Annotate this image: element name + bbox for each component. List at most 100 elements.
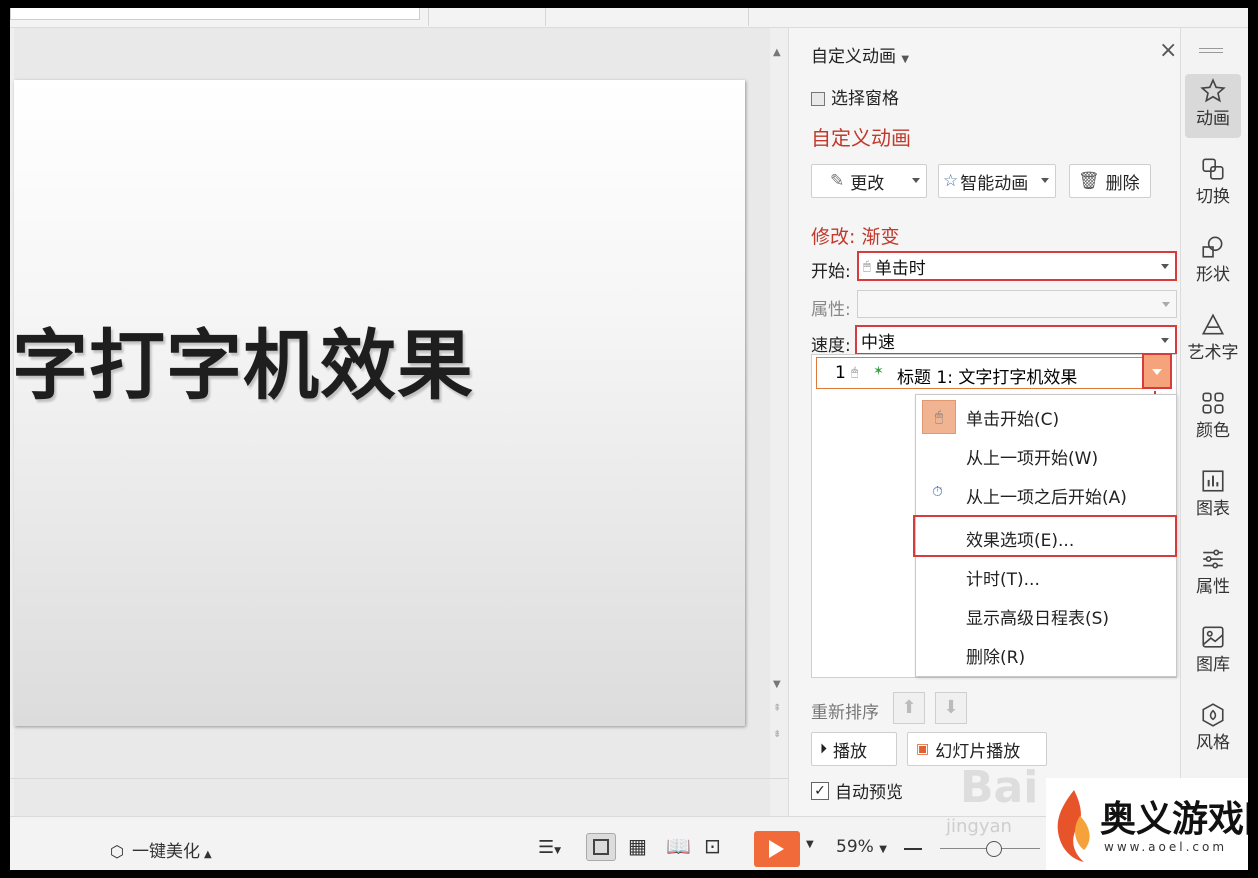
sidebar-item-properties[interactable]: 属性	[1185, 542, 1241, 606]
list-item-index: 1	[835, 363, 846, 383]
sidebar-item-label: 形状	[1196, 265, 1230, 285]
auto-preview-checkbox[interactable]: ✓ 自动预览	[811, 778, 903, 803]
sorter-view-button[interactable]: ▦	[628, 834, 647, 858]
slide-title[interactable]: 字打字机效果	[14, 304, 474, 414]
jingyan-watermark: jingyan	[946, 816, 1012, 837]
play-button[interactable]: ⏵ 播放	[811, 732, 897, 766]
property-label: 属性:	[811, 300, 851, 320]
panel-header-title: 自定义动画	[811, 47, 896, 67]
sidebar-item-label: 图库	[1196, 655, 1230, 675]
chevron-down-icon	[1152, 369, 1162, 375]
wordart-icon	[1201, 313, 1225, 335]
auto-preview-label: 自动预览	[835, 783, 903, 803]
change-button[interactable]: ✎ 更改	[811, 164, 927, 198]
sidebar-item-label: 图表	[1196, 499, 1230, 519]
close-icon[interactable]: ×	[1159, 40, 1177, 62]
menu-item-label: 从上一项开始(W)	[966, 449, 1099, 469]
menu-item-after-previous[interactable]: ⏱ 从上一项之后开始(A)	[916, 475, 1176, 513]
start-select[interactable]: 🖱 单击时	[857, 251, 1177, 281]
list-item-dropdown-button[interactable]	[1142, 353, 1172, 389]
reading-view-button[interactable]: 📖	[666, 834, 691, 858]
menu-item-with-previous[interactable]: 从上一项开始(W)	[916, 436, 1176, 474]
sidebar-item-animation[interactable]: 动画	[1185, 74, 1241, 138]
top-toolbar-strip	[10, 8, 1248, 28]
menu-item-delete[interactable]: 删除(R)	[916, 635, 1176, 673]
sidebar-item-label: 艺术字	[1187, 343, 1239, 363]
sidebar-item-label: 切换	[1196, 187, 1230, 207]
menu-item-timing[interactable]: 计时(T)...	[916, 557, 1176, 595]
star-icon	[1200, 78, 1226, 103]
menu-item-advanced-timeline[interactable]: 显示高级日程表(S)	[916, 596, 1176, 634]
zoom-out-icon[interactable]	[904, 848, 922, 850]
beautify-label: 一键美化	[131, 842, 200, 862]
sliders-icon	[1203, 549, 1223, 569]
canvas-scrollbar[interactable]: ▲ ▼ ⇞ ⇟	[770, 28, 788, 778]
normal-view-button[interactable]	[586, 833, 616, 861]
scroll-down-icon[interactable]: ▼	[773, 680, 781, 690]
sidebar-item-chart[interactable]: 图表	[1185, 464, 1241, 528]
list-item[interactable]: 1 🖱 ✶ 标题 1: 文字打字机效果	[816, 357, 1172, 389]
slideshow-button[interactable]: ▣ 幻灯片播放	[907, 732, 1047, 766]
delete-button[interactable]: 🗑 删除	[1069, 164, 1151, 198]
app-window: 字打字机效果 ▲ ▼ ⇞ ⇟ 自定义动画 ▼ × 选择窗格 自定义动画 ✎ 更改…	[10, 8, 1248, 870]
divider	[10, 778, 788, 779]
baidu-watermark: Bai	[960, 762, 1039, 813]
sidebar-item-label: 动画	[1196, 109, 1230, 129]
speed-label: 速度:	[811, 336, 851, 356]
play-slideshow-button[interactable]	[754, 831, 800, 867]
custom-animation-panel: 自定义动画 ▼ × 选择窗格 自定义动画 ✎ 更改 ☆ 智能动画 🗑 删除 修改…	[788, 28, 1180, 818]
arrow-down-icon: ⬇	[943, 697, 959, 718]
clock-icon: ⏱	[932, 484, 943, 500]
top-text-field[interactable]	[10, 8, 420, 20]
site-url: www.aoel.com	[1104, 840, 1228, 854]
start-value: 单击时	[874, 258, 926, 279]
delete-label: 删除	[1105, 173, 1140, 194]
sidebar-item-gallery[interactable]: 图库	[1185, 620, 1241, 684]
context-menu: 🖱 单击开始(C) 从上一项开始(W) ⏱ 从上一项之后开始(A) 效果选项(E…	[913, 394, 1177, 677]
sidebar-item-color[interactable]: 颜色	[1185, 386, 1241, 450]
smart-animation-button[interactable]: ☆ 智能动画	[938, 164, 1056, 198]
chart-icon	[1202, 470, 1224, 492]
sidebar-item-switch[interactable]: 切换	[1185, 152, 1241, 216]
menu-item-label: 计时(T)...	[966, 570, 1040, 590]
presenter-icon: ⊡	[704, 834, 721, 858]
zoom-slider-thumb[interactable]	[986, 841, 1002, 857]
scroll-up-icon[interactable]: ▲	[773, 48, 781, 58]
slide[interactable]: 字打字机效果	[14, 80, 745, 726]
chevron-down-icon[interactable]: ▼	[806, 839, 814, 850]
menu-handle-icon[interactable]	[1199, 48, 1223, 49]
select-pane-link[interactable]: 选择窗格	[811, 84, 899, 109]
select-pane-icon	[811, 92, 825, 106]
smart-animation-label: 智能动画	[960, 173, 1029, 194]
modify-title: 修改: 渐变	[811, 226, 900, 248]
prev-slide-icon[interactable]: ⇞	[773, 704, 781, 714]
next-slide-icon[interactable]: ⇟	[773, 730, 781, 740]
cube-icon: ⬡	[110, 842, 124, 861]
pencil-icon: ✎	[830, 171, 845, 191]
zoom-select[interactable]: 59% ▼	[836, 837, 887, 857]
arrow-up-icon: ⬆	[901, 697, 917, 718]
menu-item-label: 显示高级日程表(S)	[966, 609, 1110, 629]
move-up-button[interactable]: ⬆	[893, 692, 925, 724]
menu-item-click-start[interactable]: 🖱 单击开始(C)	[916, 397, 1176, 435]
slideshow-icon: ▣	[916, 741, 930, 757]
divider	[748, 8, 749, 26]
effect-icon: ✶	[873, 364, 884, 379]
list-item-text: 标题 1: 文字打字机效果	[897, 368, 1078, 388]
book-icon: 📖	[666, 834, 691, 858]
speed-select[interactable]: 中速	[855, 325, 1177, 355]
menu-item-effect-options[interactable]: 效果选项(E)...	[913, 515, 1177, 557]
shapes-icon	[1202, 236, 1223, 258]
style-icon	[1202, 703, 1224, 727]
presenter-view-button[interactable]: ⊡	[704, 834, 721, 858]
sidebar-item-style[interactable]: 风格	[1185, 698, 1241, 762]
notes-menu-button[interactable]: ☰▼	[538, 837, 561, 858]
play-label: 播放	[833, 741, 867, 762]
beautify-button[interactable]: ⬡ 一键美化 ▲	[110, 837, 212, 862]
sidebar-item-shapes[interactable]: 形状	[1185, 230, 1241, 294]
sidebar-item-wordart[interactable]: 艺术字	[1181, 308, 1245, 372]
move-down-button[interactable]: ⬇	[935, 692, 967, 724]
slide-canvas: 字打字机效果	[14, 28, 770, 818]
chevron-down-icon	[1041, 178, 1049, 183]
panel-header[interactable]: 自定义动画 ▼	[811, 42, 909, 67]
